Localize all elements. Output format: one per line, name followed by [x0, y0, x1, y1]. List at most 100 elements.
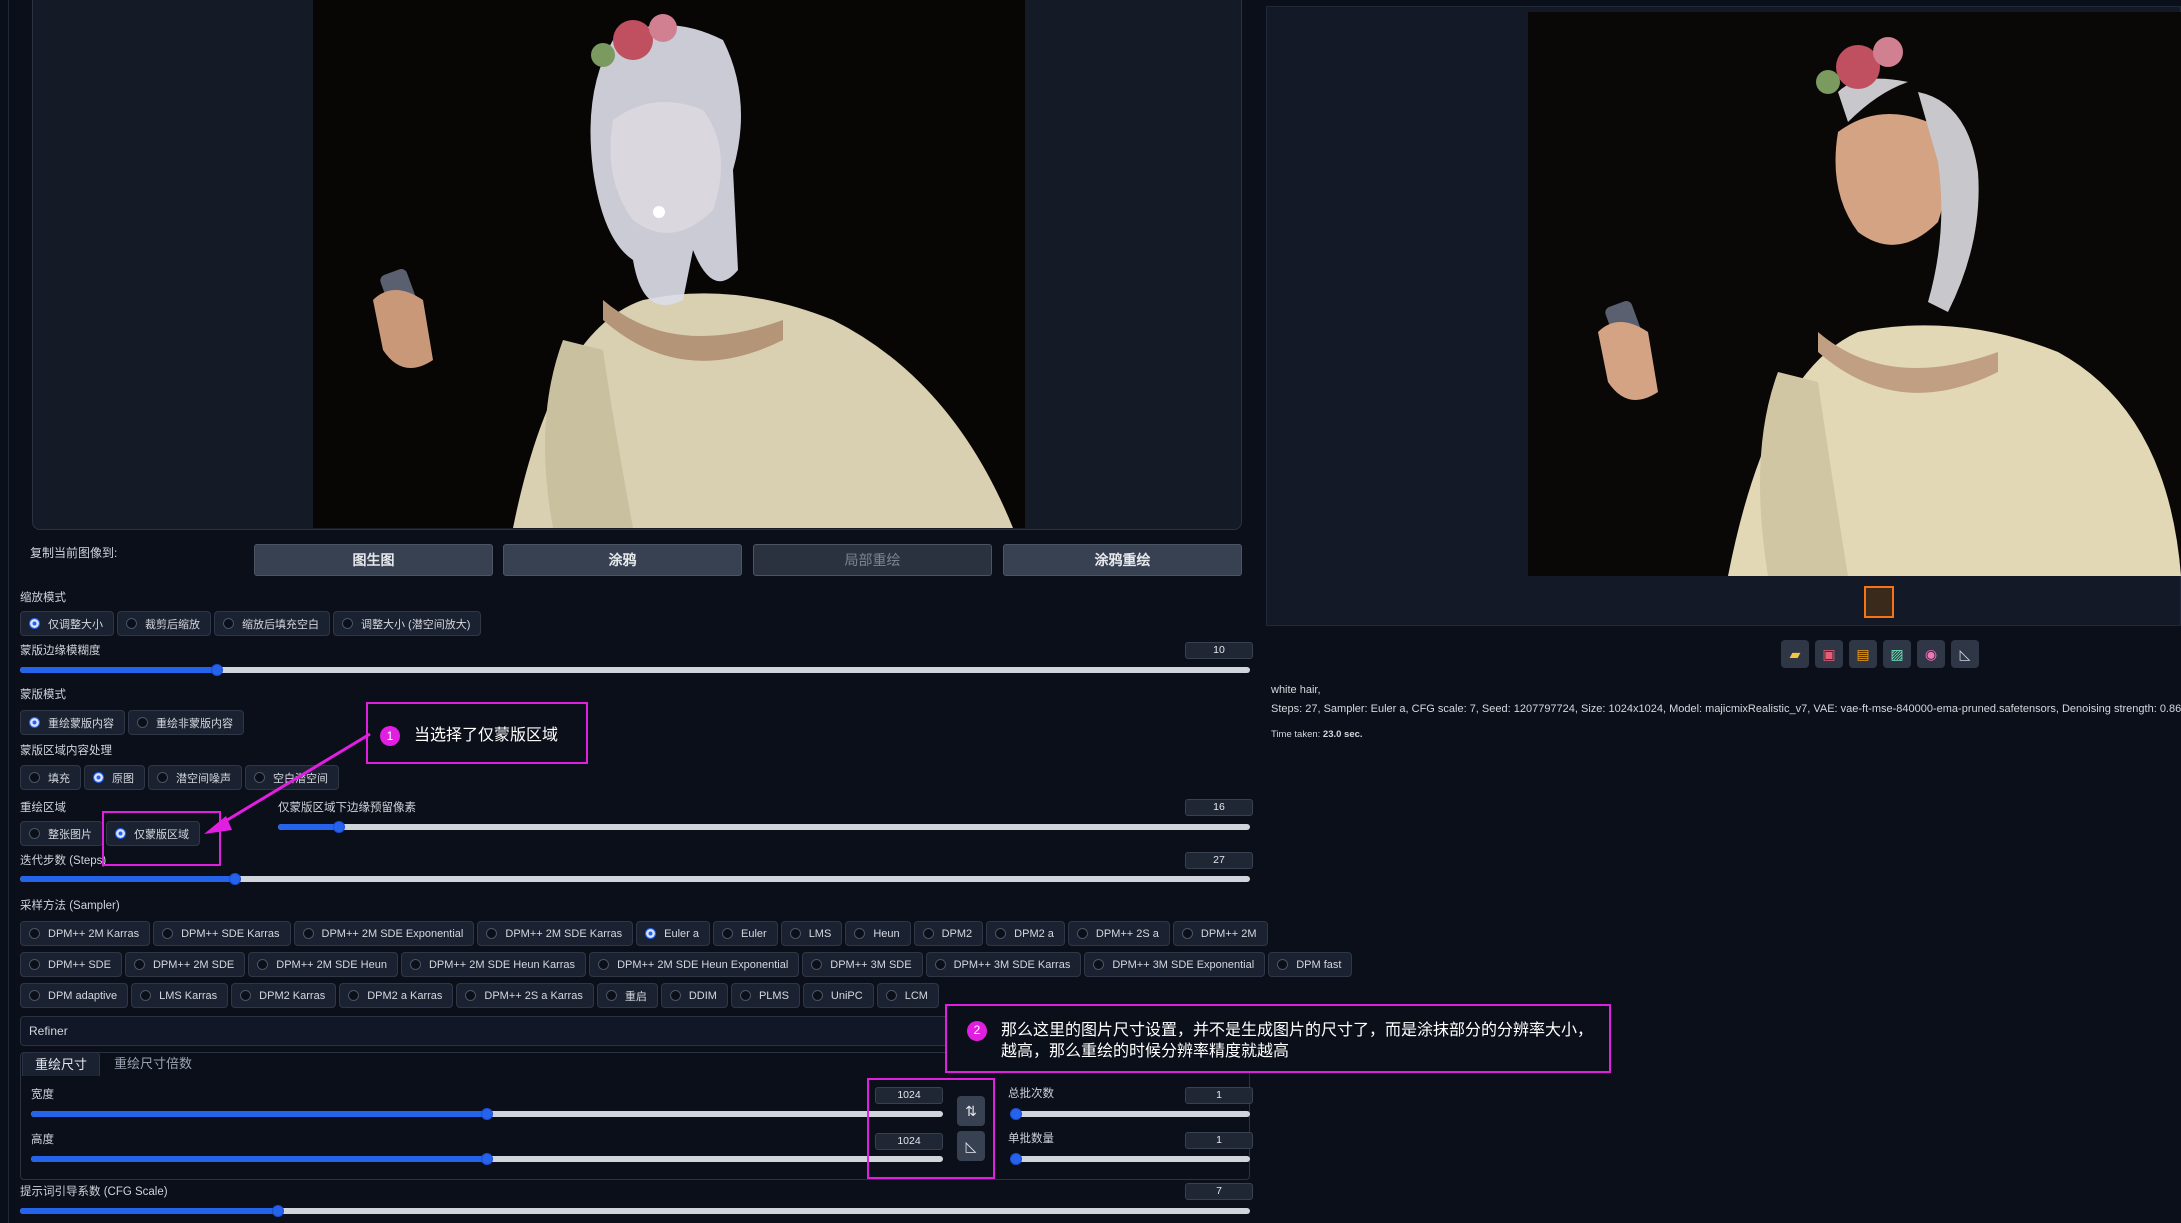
batch-size-value[interactable]: 1	[1185, 1132, 1253, 1149]
batch-size-label: 单批数量	[1008, 1133, 1054, 1145]
sampler-option[interactable]: Euler	[713, 921, 778, 946]
slider-knob[interactable]	[229, 873, 241, 885]
sampler-option[interactable]: PLMS	[730, 983, 800, 1008]
sampler-option[interactable]: DPM++ 2M SDE Heun Exponential	[589, 952, 800, 977]
width-slider[interactable]	[31, 1108, 943, 1120]
slider-knob[interactable]	[272, 1205, 284, 1217]
mask-blur-value[interactable]: 10	[1185, 642, 1253, 659]
inpaint-area-label: 重绘区域	[20, 802, 66, 814]
slider-knob[interactable]	[1010, 1108, 1022, 1120]
padding-slider[interactable]	[278, 821, 1250, 833]
radio-icon	[811, 959, 823, 970]
sampler-option[interactable]: DPM2 Karras	[231, 983, 337, 1008]
sampler-option[interactable]: DPM++ 2M SDE Heun	[248, 952, 398, 977]
slider-fill	[31, 1111, 487, 1117]
slider-knob[interactable]	[481, 1153, 493, 1165]
folder-icon[interactable]: ▰	[1781, 640, 1809, 668]
palette-icon[interactable]: ◉	[1917, 640, 1945, 668]
padding-value[interactable]: 16	[1185, 799, 1253, 816]
masked-content-option[interactable]: 填充	[20, 765, 81, 790]
radio-icon	[342, 618, 353, 629]
slider-fill	[31, 1156, 487, 1162]
inpaint-area-option[interactable]: 整张图片	[20, 821, 103, 846]
batch-size-slider[interactable]	[1010, 1153, 1250, 1165]
mask-blur-label: 蒙版边缘模糊度	[20, 645, 101, 657]
slider-knob[interactable]	[211, 664, 223, 676]
sampler-option[interactable]: DPM fast	[1268, 952, 1353, 977]
slider-knob[interactable]	[1010, 1153, 1022, 1165]
copy-to-img2img-button[interactable]: 图生图	[254, 544, 493, 576]
radio-icon	[811, 990, 823, 1001]
sampler-option[interactable]: DPM++ SDE Karras	[153, 921, 291, 946]
sampler-option[interactable]: DPM2 a	[986, 921, 1065, 946]
radio-icon	[157, 772, 168, 783]
resize-option[interactable]: 调整大小 (潜空间放大)	[333, 611, 482, 636]
sampler-option[interactable]: DPM++ 2S a Karras	[456, 983, 594, 1008]
batch-count-slider[interactable]	[1010, 1108, 1250, 1120]
ruler-icon[interactable]: ◺	[1951, 640, 1979, 668]
tab-resize-by[interactable]: 重绘尺寸倍数	[102, 1052, 204, 1076]
radio-icon	[409, 959, 421, 970]
annotation-text: 当选择了仅蒙版区域	[414, 727, 559, 744]
radio-icon	[93, 772, 104, 783]
annotation-number: 1	[380, 725, 400, 746]
inpaint-canvas[interactable]	[32, 0, 1242, 530]
radio-icon	[348, 990, 360, 1001]
sampler-option[interactable]: DPM++ 2M SDE	[124, 952, 246, 977]
copy-to-sketch-button[interactable]: 涂鸦	[503, 544, 742, 576]
copy-to-inpaint-button[interactable]: 局部重绘	[753, 544, 992, 576]
sampler-option[interactable]: 重启	[596, 983, 658, 1008]
cfg-scale-label: 提示词引导系数 (CFG Scale)	[20, 1186, 168, 1198]
mask-mode-option[interactable]: 重绘蒙版内容	[20, 710, 125, 735]
mask-blur-slider[interactable]	[20, 664, 1250, 676]
sampler-option[interactable]: DPM adaptive	[20, 983, 129, 1008]
source-image[interactable]	[313, 0, 1025, 528]
sampler-option[interactable]: DPM++ 2M Karras	[20, 921, 151, 946]
zip-icon[interactable]: ▤	[1849, 640, 1877, 668]
radio-icon	[133, 959, 145, 970]
save-icon[interactable]: ▣	[1815, 640, 1843, 668]
sampler-option[interactable]: DPM++ 3M SDE	[802, 952, 923, 977]
sampler-option[interactable]: DPM++ 3M SDE Karras	[925, 952, 1082, 977]
sampler-option[interactable]: LMS Karras	[131, 983, 229, 1008]
radio-icon	[995, 928, 1007, 939]
sampler-option[interactable]: DDIM	[660, 983, 728, 1008]
steps-slider[interactable]	[20, 873, 1250, 885]
sampler-option[interactable]: Heun	[845, 921, 911, 946]
sampler-option[interactable]: LCM	[876, 983, 939, 1008]
resize-mode-label: 缩放模式	[20, 592, 66, 604]
sampler-option[interactable]: Euler a	[636, 921, 710, 946]
resize-option[interactable]: 缩放后填充空白	[214, 611, 330, 636]
sampler-option[interactable]: DPM++ 3M SDE Exponential	[1084, 952, 1266, 977]
sampler-option[interactable]: DPM++ 2M	[1172, 921, 1268, 946]
sampler-option[interactable]: DPM++ 2S a	[1067, 921, 1170, 946]
sampler-option[interactable]: DPM2 a Karras	[339, 983, 454, 1008]
sampler-option[interactable]: DPM++ 2M SDE Exponential	[293, 921, 475, 946]
cfg-scale-slider[interactable]	[20, 1205, 1250, 1217]
output-time: Time taken: 23.0 sec.	[1271, 729, 1363, 740]
batch-count-value[interactable]: 1	[1185, 1087, 1253, 1104]
resize-option[interactable]: 裁剪后缩放	[117, 611, 211, 636]
annotation-two: 2 那么这里的图片尺寸设置，并不是生成图片的尺寸了，而是涂抹部分的分辨率大小， 越…	[945, 1004, 1611, 1073]
sampler-option[interactable]: DPM++ 2M SDE Karras	[477, 921, 634, 946]
tab-resize-to[interactable]: 重绘尺寸	[22, 1052, 101, 1076]
steps-value[interactable]: 27	[1185, 852, 1253, 869]
output-image[interactable]	[1528, 12, 2181, 576]
sampler-option[interactable]: LMS	[780, 921, 843, 946]
annotation-text: 越高，那么重绘的时候分辨率精度就越高	[1001, 1043, 1290, 1060]
width-label: 宽度	[31, 1089, 54, 1101]
sampler-option[interactable]: DPM++ 2M SDE Heun Karras	[400, 952, 587, 977]
output-thumbnail[interactable]	[1864, 586, 1894, 618]
sampler-row: DPM++ SDE DPM++ 2M SDE DPM++ 2M SDE Heun DP…	[20, 952, 1355, 977]
image-icon[interactable]: ▨	[1883, 640, 1911, 668]
copy-to-inpaint-sketch-button[interactable]: 涂鸦重绘	[1003, 544, 1242, 576]
slider-knob[interactable]	[481, 1108, 493, 1120]
resize-option[interactable]: 仅调整大小	[20, 611, 114, 636]
masked-content-option[interactable]: 原图	[84, 765, 145, 790]
sampler-option[interactable]: DPM++ SDE	[20, 952, 122, 977]
sampler-option[interactable]: DPM2	[913, 921, 984, 946]
sampler-option[interactable]: UniPC	[802, 983, 874, 1008]
height-slider[interactable]	[31, 1153, 943, 1165]
cfg-scale-value[interactable]: 7	[1185, 1183, 1253, 1200]
sampler-row: DPM++ 2M Karras DPM++ SDE Karras DPM++ 2M …	[20, 921, 1271, 946]
